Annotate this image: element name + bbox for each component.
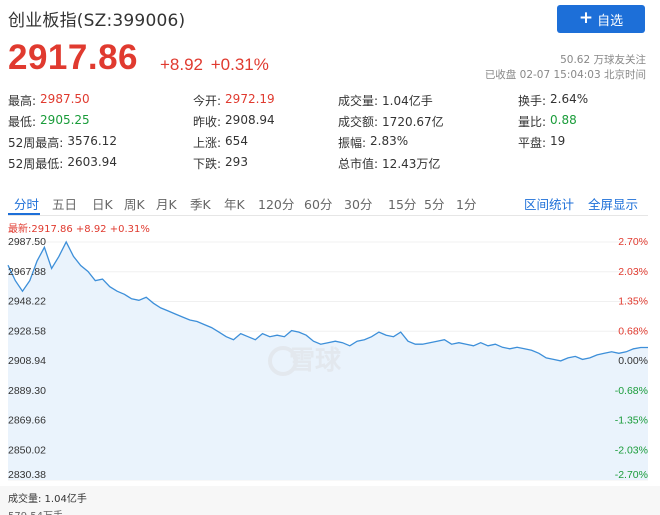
- fullscreen-link[interactable]: 全屏显示: [588, 194, 638, 213]
- quote-label: 成交额:: [338, 115, 379, 129]
- quote-value: 3576.12: [67, 134, 117, 148]
- y-tick-right: -0.68%: [615, 385, 648, 397]
- quote-value: 0.88: [550, 113, 577, 127]
- volume-panel: [0, 486, 660, 515]
- plus-icon: +: [578, 7, 594, 28]
- y-tick-right: 0.68%: [618, 325, 648, 337]
- volume-label: 成交量: 1.04亿手: [8, 494, 87, 505]
- quote-item: 总市值: 12.43万亿: [338, 155, 440, 172]
- quote-label: 量比:: [518, 115, 547, 129]
- quote-value: 2.83%: [370, 134, 409, 148]
- price-change: +8.92 +0.31%: [160, 55, 269, 74]
- y-tick-right: 2.70%: [618, 236, 648, 248]
- quote-item: 上涨: 654: [193, 134, 248, 151]
- quote-value: 2908.94: [225, 113, 275, 127]
- quote-item: 昨收: 2908.94: [193, 113, 275, 130]
- quote-label: 昨收:: [193, 115, 222, 129]
- y-tick-left: 2948.22: [8, 296, 46, 308]
- tab-6[interactable]: 年K: [224, 194, 245, 213]
- quote-item: 换手: 2.64%: [518, 92, 588, 109]
- tab-12[interactable]: 1分: [456, 194, 476, 213]
- tab-4[interactable]: 月K: [156, 194, 177, 213]
- y-tick-left: 2889.30: [8, 385, 46, 397]
- y-tick-left: 2967.88: [8, 266, 46, 278]
- quote-label: 52周最高:: [8, 136, 64, 150]
- y-tick-left: 2928.58: [8, 325, 46, 337]
- y-tick-left: 2869.66: [8, 415, 46, 427]
- y-tick-left: 2987.50: [8, 236, 46, 248]
- quote-value: 2.64%: [550, 92, 589, 106]
- quote-value: 293: [225, 155, 248, 169]
- quote-item: 量比: 0.88: [518, 113, 577, 130]
- tab-1[interactable]: 五日: [52, 194, 77, 213]
- chart-period-tabs: 分时 五日 日K 周K 月K 季K 年K 120分 60分 30分 15分 5分 1分 区间统计 全屏显示: [8, 188, 648, 216]
- y-tick-right: -1.35%: [615, 415, 648, 427]
- quote-item: 今开: 2972.19: [193, 92, 275, 109]
- volume-tick: 579.54万手: [8, 507, 63, 515]
- quote-label: 今开:: [193, 94, 222, 108]
- active-tab-underline: [8, 213, 40, 215]
- quote-label: 总市值:: [338, 157, 379, 171]
- quote-value: 1720.67亿: [382, 115, 444, 129]
- quote-item: 振幅: 2.83%: [338, 134, 408, 151]
- tab-7[interactable]: 120分: [258, 194, 294, 213]
- quote-value: 12.43万亿: [382, 157, 441, 171]
- tab-11[interactable]: 5分: [424, 194, 444, 213]
- tab-2[interactable]: 日K: [92, 194, 113, 213]
- quote-item: 成交额: 1720.67亿: [338, 113, 444, 130]
- y-tick-left: 2908.94: [8, 355, 46, 367]
- quote-label: 最低:: [8, 115, 37, 129]
- range-stats-link[interactable]: 区间统计: [524, 194, 574, 213]
- quote-label: 成交量:: [338, 94, 379, 108]
- y-tick-right: -2.70%: [615, 469, 648, 481]
- add-to-watchlist-label: 自选: [597, 13, 624, 29]
- tab-8[interactable]: 60分: [304, 194, 332, 213]
- intraday-chart[interactable]: 雪球2987.50 2.70%2967.88 2.03%2948.22 1.35%29…: [0, 232, 660, 490]
- quote-value: 2972.19: [225, 92, 275, 106]
- quote-item: 最高: 2987.50: [8, 92, 90, 109]
- y-tick-left: 2830.38: [8, 469, 46, 481]
- y-tick-right: 0.00%: [618, 355, 648, 367]
- followers-count: 50.62 万球友关注: [560, 54, 646, 66]
- quote-label: 下跌:: [193, 157, 222, 171]
- quote-value: 19: [550, 134, 566, 148]
- quote-item: 平盘: 19: [518, 134, 565, 151]
- quote-value: 1.04亿手: [382, 94, 433, 108]
- y-tick-left: 2850.02: [8, 444, 46, 456]
- quote-value: 2603.94: [67, 155, 117, 169]
- add-to-watchlist-button[interactable]: + 自选: [557, 5, 645, 33]
- stock-title: 创业板指(SZ:399006): [8, 11, 186, 31]
- quote-item: 成交量: 1.04亿手: [338, 92, 433, 109]
- quote-item: 52周最高: 3576.12: [8, 134, 117, 151]
- y-tick-right: -2.03%: [615, 444, 648, 456]
- current-price: 2917.86: [8, 38, 139, 77]
- quote-value: 2905.25: [40, 113, 90, 127]
- quote-item: 下跌: 293: [193, 155, 248, 172]
- y-tick-right: 2.03%: [618, 266, 648, 278]
- quote-item: 最低: 2905.25: [8, 113, 90, 130]
- quote-label: 上涨:: [193, 136, 222, 150]
- tab-3[interactable]: 周K: [124, 194, 145, 213]
- y-tick-right: 1.35%: [618, 296, 648, 308]
- market-status: 已收盘 02-07 15:04:03 北京时间: [484, 69, 646, 81]
- tab-10[interactable]: 15分: [388, 194, 416, 213]
- quote-value: 2987.50: [40, 92, 90, 106]
- quote-item: 52周最低: 2603.94: [8, 155, 117, 172]
- quote-label: 振幅:: [338, 136, 367, 150]
- quote-label: 最高:: [8, 94, 37, 108]
- tab-0[interactable]: 分时: [14, 194, 39, 213]
- quote-label: 52周最低:: [8, 157, 64, 171]
- tab-5[interactable]: 季K: [190, 194, 211, 213]
- quote-value: 654: [225, 134, 248, 148]
- tab-9[interactable]: 30分: [344, 194, 372, 213]
- quote-label: 平盘:: [518, 136, 547, 150]
- quote-label: 换手:: [518, 94, 547, 108]
